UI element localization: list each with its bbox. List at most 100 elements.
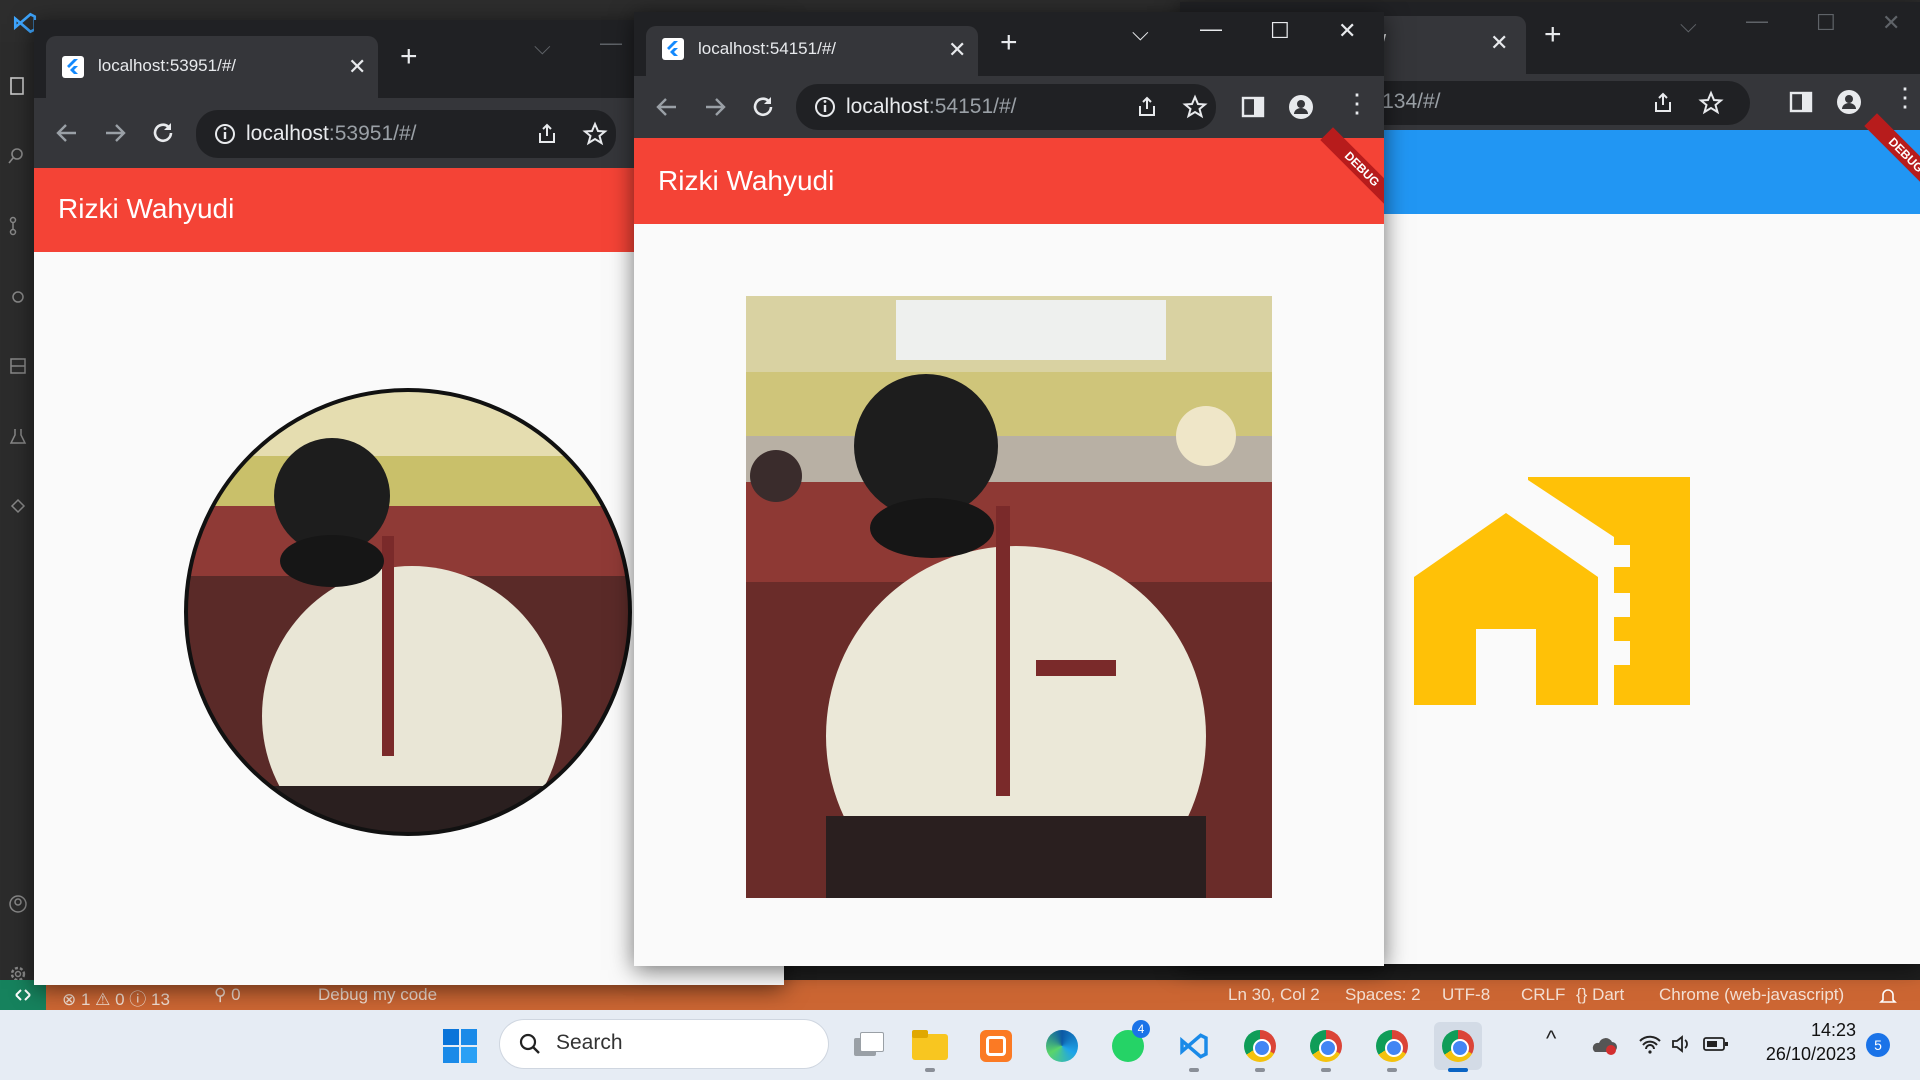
flutter-favicon-icon [662, 38, 684, 60]
xampp-icon[interactable] [972, 1022, 1020, 1070]
task-view-icon[interactable] [842, 1022, 890, 1070]
tab-search-icon[interactable]: ⌵ [1132, 20, 1149, 46]
share-icon[interactable] [1650, 90, 1676, 116]
indentation[interactable]: Spaces: 2 [1345, 985, 1421, 1005]
maximize-icon[interactable]: ☐ [1816, 10, 1836, 36]
close-window-icon[interactable]: ✕ [1338, 18, 1356, 44]
close-window-icon[interactable]: ✕ [1882, 10, 1900, 36]
back-icon[interactable] [654, 94, 680, 120]
running-indicator [1255, 1068, 1265, 1072]
remote-icon [15, 989, 31, 1001]
tab-close-icon[interactable]: ✕ [948, 37, 966, 63]
url-text: localhost:53951/#/ [246, 122, 417, 145]
extensions-icon[interactable] [8, 356, 28, 376]
language-mode[interactable]: {} Dart [1576, 985, 1624, 1005]
tab-search-icon[interactable]: ⌵ [1680, 12, 1697, 38]
address-bar[interactable]: localhost:54151/#/ [796, 84, 1216, 130]
browser-menu-icon[interactable]: ⋮ [1344, 90, 1370, 116]
new-tab-icon[interactable]: + [1000, 26, 1018, 60]
onedrive-icon[interactable] [1590, 1034, 1618, 1056]
search-icon [519, 1033, 540, 1054]
volume-icon[interactable] [1670, 1034, 1694, 1054]
side-panel-icon[interactable] [1788, 89, 1814, 115]
tab-close-icon[interactable]: ✕ [1490, 30, 1508, 56]
chrome-icon[interactable] [1368, 1022, 1416, 1070]
tab-title: localhost:53951/#/ [98, 56, 236, 75]
share-icon[interactable] [1134, 94, 1160, 120]
new-tab-icon[interactable]: + [400, 40, 418, 74]
flutter-favicon-icon [62, 56, 84, 78]
browser-tab[interactable]: localhost:54151/#/ ✕ [646, 26, 978, 76]
ports-indicator[interactable]: ⚲ 0 [214, 985, 241, 1005]
minimize-icon[interactable]: — [1200, 16, 1222, 42]
chrome-icon[interactable] [1236, 1022, 1284, 1070]
maximize-icon[interactable]: ☐ [1270, 18, 1290, 44]
activity-bar [0, 42, 34, 982]
site-info-icon[interactable] [212, 121, 238, 147]
windows-start-icon[interactable] [442, 1028, 478, 1064]
running-indicator [1189, 1068, 1199, 1072]
profile-photo-square [746, 296, 1272, 898]
vscode-icon[interactable] [1170, 1022, 1218, 1070]
search-label: Search [556, 1031, 623, 1054]
appbar-title: Rizki Wahyudi [58, 193, 235, 224]
profile-avatar-icon[interactable] [1836, 89, 1862, 115]
browser-tab[interactable]: localhost:53951/#/ ✕ [46, 36, 378, 98]
bookmark-star-icon[interactable] [582, 121, 608, 147]
problems-indicator[interactable]: ⊗ 1 ⚠ 0 ⓘ 13 [62, 985, 170, 1010]
remote-icon[interactable] [8, 496, 28, 516]
windows-taskbar [0, 1010, 1920, 1080]
chrome-icon[interactable] [1302, 1022, 1350, 1070]
browser-menu-icon[interactable]: ⋮ [1892, 84, 1918, 110]
accounts-icon[interactable] [8, 894, 28, 914]
address-bar[interactable]: localhost:53951/#/ [196, 110, 616, 158]
bookmark-star-icon[interactable] [1698, 90, 1724, 116]
active-indicator [1448, 1068, 1468, 1072]
bookmark-star-icon[interactable] [1182, 94, 1208, 120]
device-selector[interactable]: Chrome (web-javascript) [1659, 985, 1844, 1005]
search-icon[interactable] [8, 146, 28, 166]
running-indicator [1387, 1068, 1397, 1072]
tab-title: localhost:54151/#/ [698, 39, 836, 58]
taskbar-search[interactable]: Search [500, 1020, 828, 1068]
side-panel-icon[interactable] [1240, 94, 1266, 120]
wifi-icon[interactable] [1638, 1034, 1662, 1054]
running-indicator [925, 1068, 935, 1072]
minimize-icon[interactable]: — [600, 30, 622, 56]
tab-close-icon[interactable]: ✕ [348, 54, 366, 80]
reload-icon[interactable] [750, 94, 776, 120]
source-control-icon[interactable] [8, 216, 28, 236]
edge-icon[interactable] [1038, 1022, 1086, 1070]
notifications-bell-icon[interactable] [1878, 986, 1898, 1006]
tab-search-icon[interactable]: ⌵ [534, 34, 551, 60]
forward-icon[interactable] [702, 94, 728, 120]
minimize-icon[interactable]: — [1746, 8, 1768, 34]
running-indicator [1321, 1068, 1331, 1072]
clock-time[interactable]: 14:23 [1758, 1020, 1856, 1041]
home-work-icon [1414, 477, 1690, 705]
forward-icon[interactable] [102, 120, 128, 146]
run-debug-icon[interactable] [8, 286, 28, 306]
whatsapp-icon[interactable]: 4 [1104, 1020, 1152, 1070]
testing-icon[interactable] [8, 426, 28, 446]
flutter-appbar: Rizki Wahyudi [634, 138, 1384, 224]
debug-config[interactable]: Debug my code [318, 985, 437, 1005]
clock-date[interactable]: 26/10/2023 [1758, 1044, 1856, 1065]
profile-avatar-icon[interactable] [1288, 94, 1314, 120]
back-icon[interactable] [54, 120, 80, 146]
line-ending[interactable]: CRLF [1521, 985, 1565, 1005]
battery-icon[interactable] [1702, 1034, 1730, 1054]
url-text: localhost:54151/#/ [846, 95, 1017, 118]
file-explorer-icon[interactable] [906, 1022, 954, 1070]
cursor-position[interactable]: Ln 30, Col 2 [1228, 985, 1320, 1005]
site-info-icon[interactable] [812, 94, 838, 120]
show-hidden-icons-chevron-icon[interactable]: ^ [1546, 1026, 1556, 1052]
reload-icon[interactable] [150, 120, 176, 146]
appbar-title: Rizki Wahyudi [658, 165, 835, 196]
chrome-icon-active[interactable] [1434, 1022, 1482, 1070]
new-tab-icon[interactable]: + [1544, 18, 1562, 52]
encoding[interactable]: UTF-8 [1442, 985, 1490, 1005]
explorer-icon[interactable] [8, 76, 28, 96]
share-icon[interactable] [534, 121, 560, 147]
notification-badge[interactable]: 5 [1866, 1033, 1890, 1057]
